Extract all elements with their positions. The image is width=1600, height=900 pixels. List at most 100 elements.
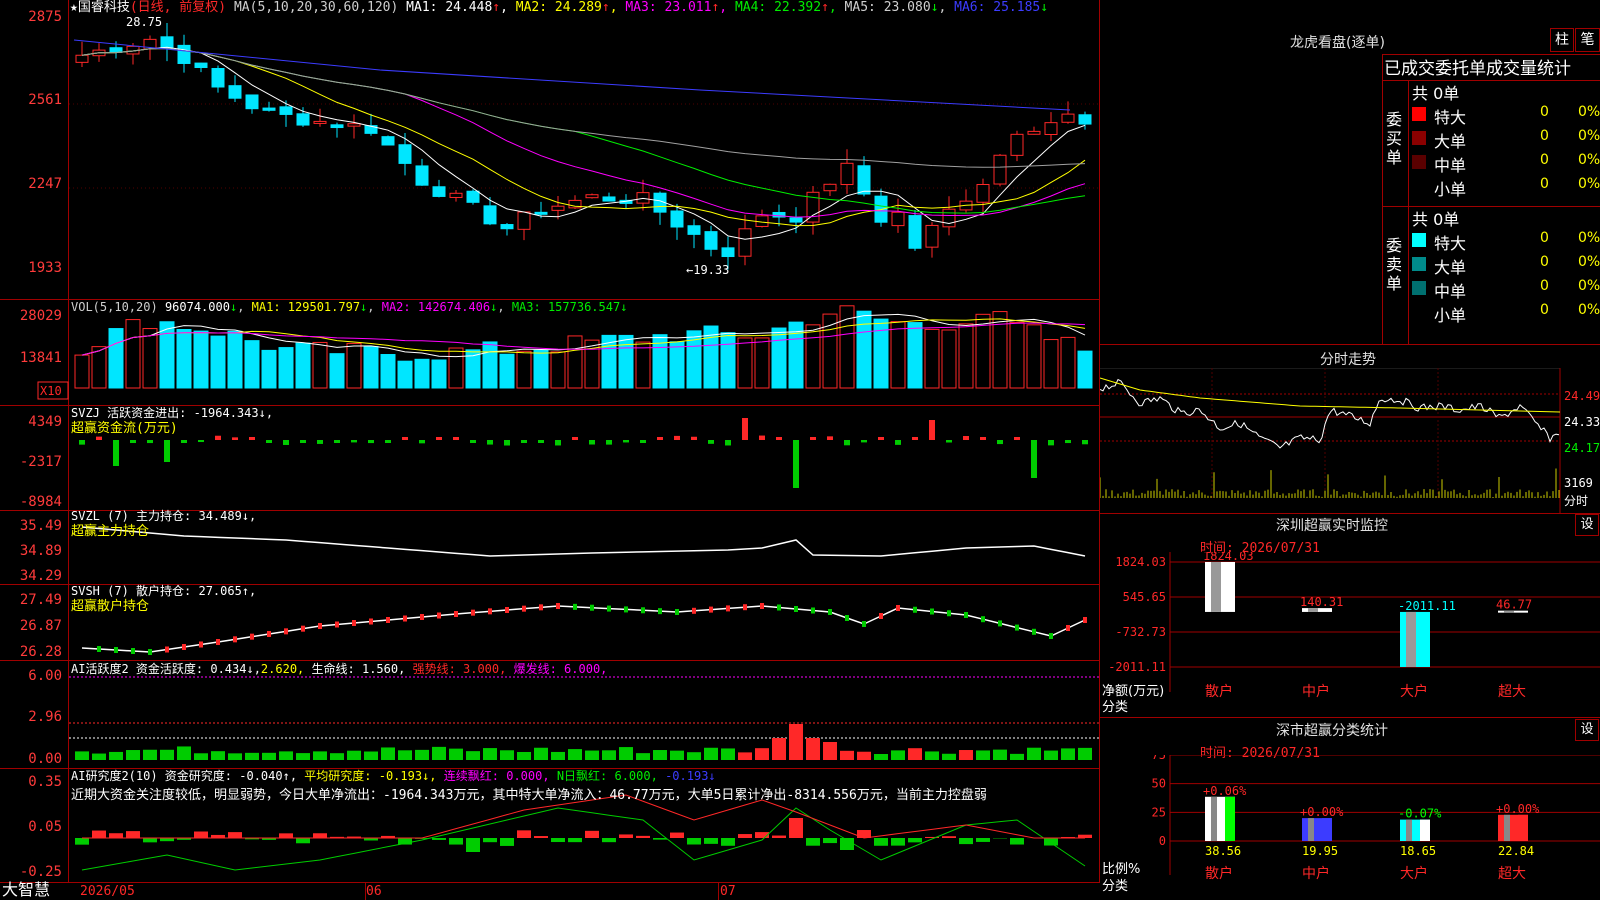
classify-category: 中户 bbox=[1302, 865, 1330, 882]
activity-bar bbox=[925, 751, 939, 760]
candle-down bbox=[398, 144, 412, 164]
candle-up bbox=[925, 224, 939, 248]
svsh-ytick: 26.87 bbox=[20, 618, 62, 634]
flow-bar bbox=[300, 440, 306, 443]
price-ytick: 2875 bbox=[28, 9, 62, 25]
volume-bar-up bbox=[992, 311, 1008, 389]
intraday-price-label: 24.49 bbox=[1564, 389, 1600, 403]
classify-category: 大户 bbox=[1400, 865, 1428, 882]
order-color-swatch bbox=[1412, 281, 1426, 295]
monitor-value-label: 140.31 bbox=[1300, 595, 1343, 609]
volume-bar-down bbox=[720, 332, 736, 389]
activity-bar bbox=[636, 753, 650, 760]
order-size-label: 小单 bbox=[1434, 180, 1467, 199]
candle-down bbox=[534, 211, 548, 215]
volume-bar-up bbox=[346, 342, 362, 389]
stroke-view-button[interactable]: 笔 bbox=[1575, 28, 1600, 52]
flow-bar bbox=[198, 440, 204, 443]
research-bar bbox=[313, 833, 327, 838]
volume-bar-down bbox=[244, 340, 260, 389]
flow-bar bbox=[96, 436, 102, 440]
activity-bar bbox=[398, 750, 412, 760]
candle-down bbox=[211, 68, 225, 88]
order-percent: 0% bbox=[1578, 254, 1600, 270]
kline-chart-area[interactable]: 2875 2561 2247 1933 28029 13841 4349 -23… bbox=[0, 0, 1100, 900]
volume-bar-down bbox=[618, 334, 634, 389]
research-bar bbox=[534, 836, 548, 838]
volume-bar-up bbox=[1026, 324, 1042, 389]
classify-value: 22.84 bbox=[1498, 844, 1534, 858]
intraday-title: 分时走势 bbox=[1320, 352, 1376, 368]
flow-bar bbox=[980, 437, 986, 440]
monitor-ytick: 545.65 bbox=[1123, 590, 1166, 604]
flow-bar bbox=[470, 440, 476, 443]
intraday-price-label: 24.33 bbox=[1564, 415, 1600, 429]
retail-mark bbox=[131, 648, 135, 654]
volume-bar-down bbox=[329, 353, 345, 389]
order-percent: 0% bbox=[1578, 278, 1600, 294]
activity-bar bbox=[942, 753, 956, 760]
flow-bar bbox=[1065, 440, 1071, 444]
price-ytick: 2561 bbox=[28, 92, 62, 108]
monitor-chart[interactable]: 1824.03 545.65 -732.73 -2011.11 1824.03 散户 140… bbox=[1100, 552, 1600, 717]
column-view-button[interactable]: 柱 bbox=[1550, 28, 1574, 52]
svzj-ytick: -8984 bbox=[20, 494, 62, 510]
order-color-swatch bbox=[1412, 107, 1426, 121]
intraday-chart[interactable] bbox=[1100, 368, 1600, 513]
activity-bar bbox=[1027, 747, 1041, 760]
classify-settings-button[interactable]: 设 bbox=[1575, 719, 1599, 741]
volume-bar-down bbox=[227, 330, 243, 389]
candle-up bbox=[738, 228, 752, 257]
retail-mark bbox=[1066, 625, 1070, 631]
retail-mark bbox=[1032, 628, 1036, 635]
flow-bar bbox=[181, 440, 187, 443]
candle-up bbox=[993, 154, 1007, 185]
volume-bar-down bbox=[380, 354, 396, 389]
candle-down bbox=[381, 136, 395, 146]
flow-bar bbox=[79, 440, 85, 445]
classify-title: 深市超赢分类统计 bbox=[1276, 723, 1388, 739]
activity-bar bbox=[891, 750, 905, 760]
flow-bar bbox=[793, 440, 799, 488]
flow-bar bbox=[283, 440, 289, 445]
monitor-category: 大户 bbox=[1400, 683, 1428, 700]
flow-bar bbox=[317, 440, 323, 444]
volume-bar-up bbox=[516, 350, 532, 389]
retail-mark bbox=[539, 604, 543, 611]
candle-up bbox=[449, 192, 463, 198]
retail-mark bbox=[335, 621, 339, 628]
retail-mark bbox=[369, 618, 373, 625]
volume-bar-down bbox=[1077, 350, 1093, 389]
classify-ytick: 50 bbox=[1152, 777, 1166, 791]
volume-bar-down bbox=[210, 335, 226, 389]
bar-shade bbox=[1308, 818, 1314, 841]
activity-bar bbox=[721, 748, 735, 760]
candle-up bbox=[636, 192, 650, 204]
order-count: 0 bbox=[1540, 278, 1549, 294]
retail-mark bbox=[726, 605, 730, 612]
monitor-settings-button[interactable]: 设 bbox=[1575, 514, 1599, 536]
activity-bar bbox=[772, 738, 786, 760]
activity-bar bbox=[92, 753, 106, 760]
order-total: 共 0单 bbox=[1412, 84, 1460, 103]
candle-down bbox=[789, 217, 803, 223]
research-bar bbox=[891, 838, 905, 846]
candle-down bbox=[483, 205, 497, 225]
ai-active-panel bbox=[69, 676, 1099, 760]
ai2-ytick: 0.05 bbox=[28, 819, 62, 835]
volume-bar-up bbox=[737, 337, 753, 389]
research-bar bbox=[279, 833, 293, 838]
activity-bar bbox=[364, 751, 378, 760]
activity-bar bbox=[534, 747, 548, 760]
candle-up bbox=[942, 208, 956, 228]
classify-category: 散户 bbox=[1205, 865, 1233, 882]
retail-mark bbox=[947, 610, 951, 617]
research-bar bbox=[449, 838, 463, 845]
price-ytick: 1933 bbox=[28, 260, 62, 276]
monitor-ytick: -2011.11 bbox=[1108, 660, 1166, 674]
classify-chart[interactable]: 75 50 25 0 +0.06% 38.56 散户 +0.00% 19.95 中户 -0.07% 1… bbox=[1100, 755, 1600, 900]
candle-up bbox=[75, 54, 89, 63]
research-bar bbox=[721, 838, 735, 846]
flow-bar bbox=[725, 440, 731, 446]
volume-bar-down bbox=[669, 341, 685, 389]
